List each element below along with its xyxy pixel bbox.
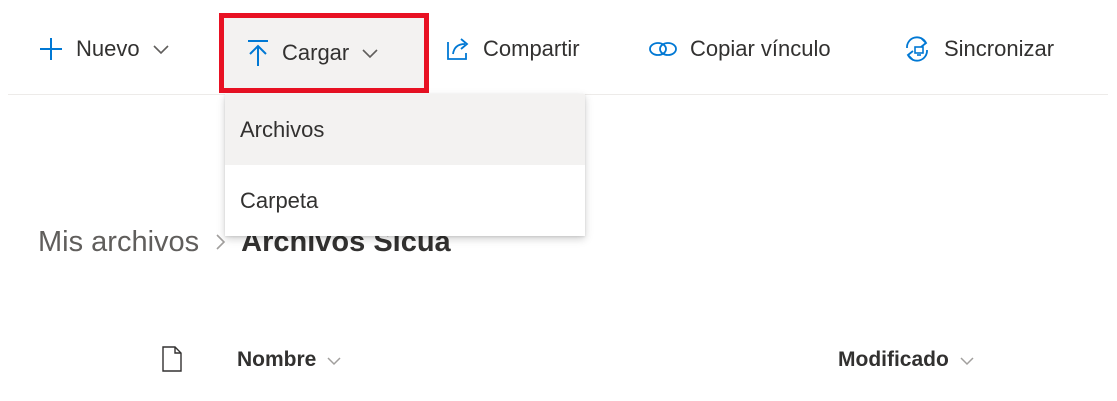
upload-menu: Archivos Carpeta [225,94,585,236]
column-header-name[interactable]: Nombre [237,335,342,385]
share-icon [445,36,471,62]
upload-button-label: Cargar [282,39,350,65]
menu-item-folder[interactable]: Carpeta [225,165,585,236]
upload-arrow-icon [246,39,270,67]
file-list-header: Nombre Modificado [0,335,1117,385]
column-header-name-label: Nombre [237,348,317,371]
plus-icon [38,36,64,62]
upload-button[interactable]: Cargar [224,16,425,89]
chevron-down-icon [361,47,379,59]
share-button-label: Compartir [483,36,580,61]
new-button[interactable]: Nuevo [38,24,170,74]
sync-button[interactable]: Sincronizar [902,24,1054,74]
chevron-down-icon [152,43,170,55]
copy-link-button[interactable]: Copiar vínculo [648,24,831,74]
new-button-label: Nuevo [76,36,140,61]
sync-button-label: Sincronizar [944,36,1055,61]
menu-item-files[interactable]: Archivos [225,94,585,165]
share-button[interactable]: Compartir [445,24,580,74]
column-header-modified[interactable]: Modificado [838,335,975,385]
link-icon [648,38,678,60]
chevron-down-icon [326,348,342,372]
column-header-modified-label: Modificado [838,348,949,371]
breadcrumb-root[interactable]: Mis archivos [38,226,199,259]
copy-link-button-label: Copiar vínculo [690,36,831,61]
command-bar: Nuevo Cargar Compartir Copiar vínculo Si… [0,0,1117,94]
document-icon [160,345,184,378]
onedrive-page: Nuevo Cargar Compartir Copiar vínculo Si… [0,0,1117,401]
sync-icon [902,34,932,64]
chevron-down-icon [959,348,975,372]
